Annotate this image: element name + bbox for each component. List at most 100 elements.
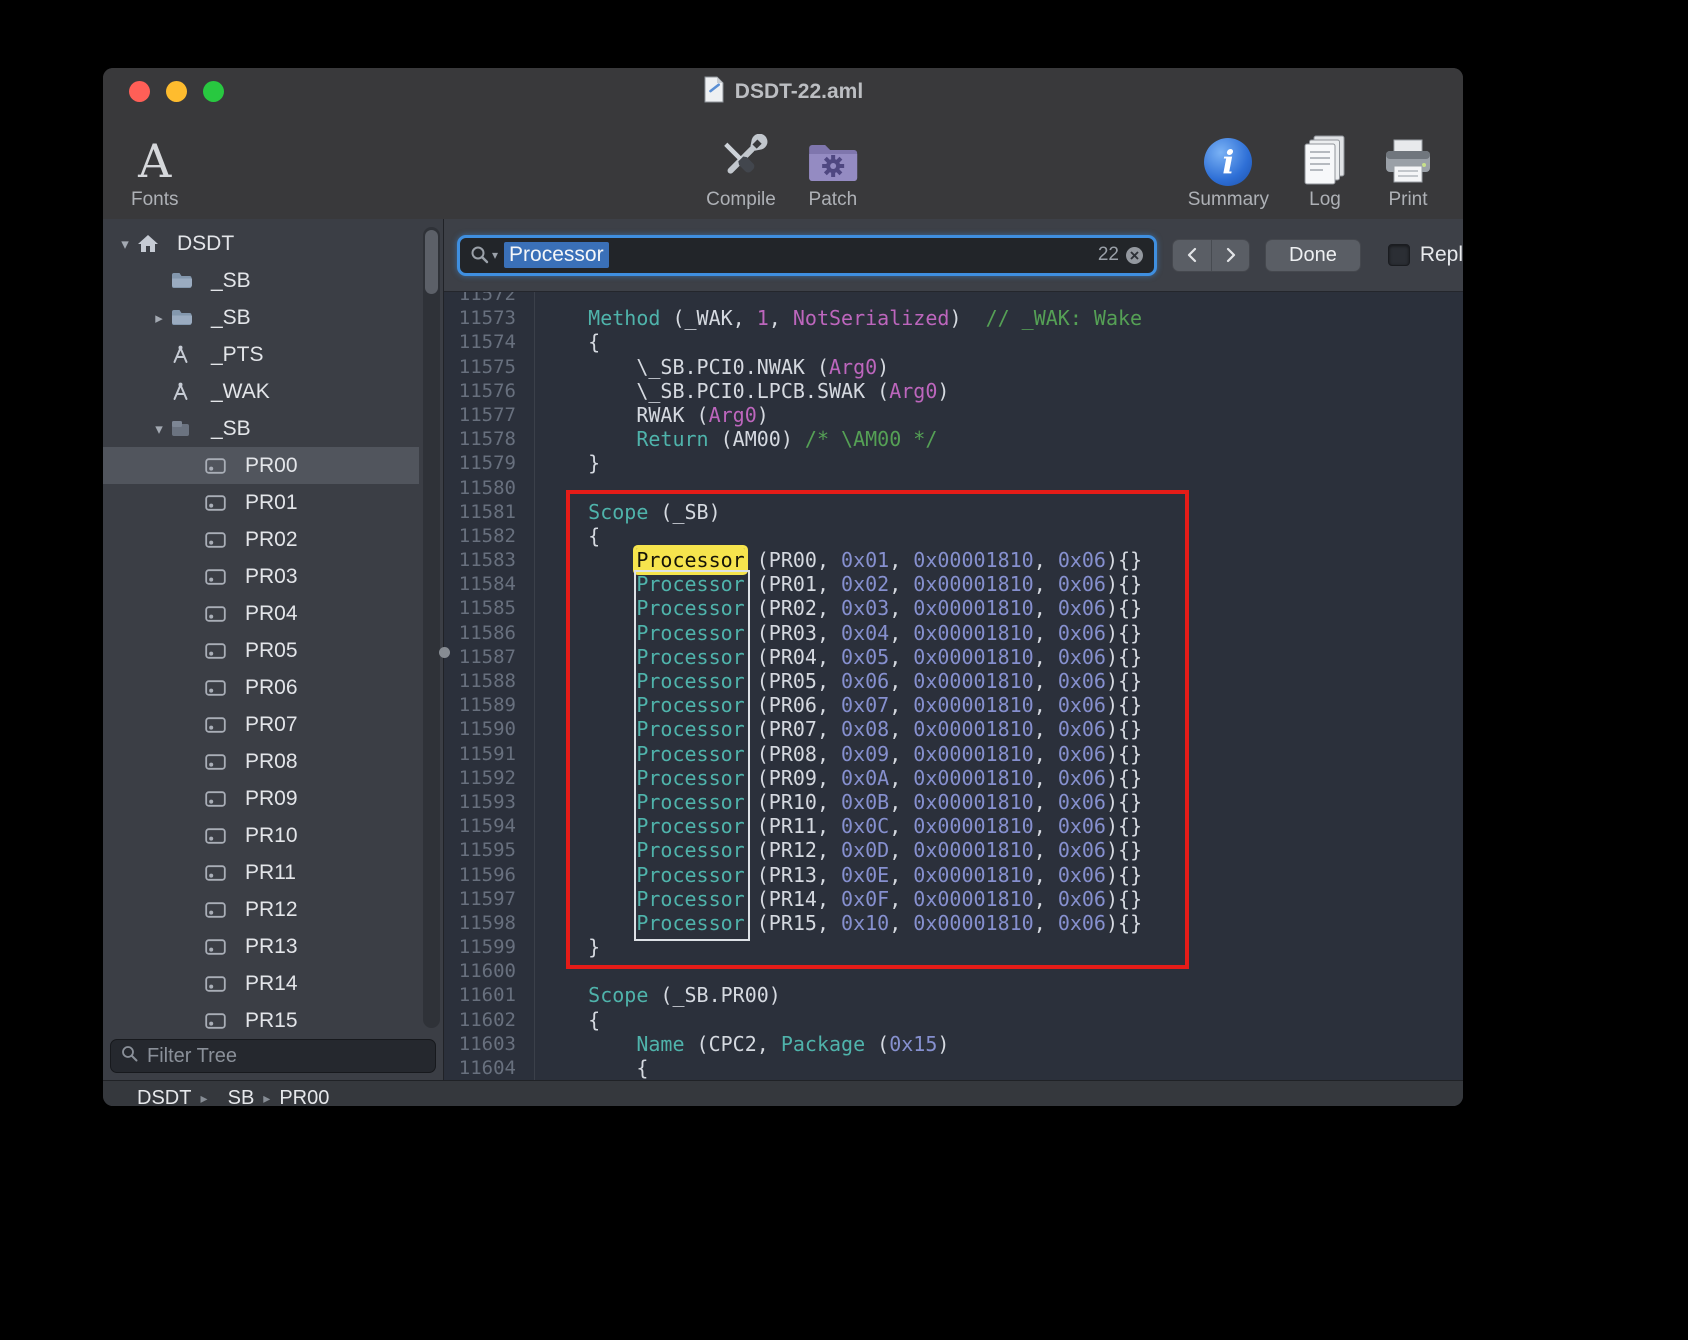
find-query-text: Processor <box>504 242 609 268</box>
replace-checkbox[interactable] <box>1388 244 1410 266</box>
tree-item-pr04-10[interactable]: PR04 <box>103 595 419 632</box>
tree-item-pts-3[interactable]: _PTS <box>103 336 419 373</box>
scope-icon <box>171 420 203 437</box>
line-number: 11581 <box>444 500 535 524</box>
tree-item-pr10-16[interactable]: PR10 <box>103 817 419 854</box>
minimize-window-button[interactable] <box>166 81 187 102</box>
processor-icon <box>205 1013 237 1029</box>
patch-button[interactable]: Patch <box>806 132 860 211</box>
find-input[interactable]: ▾ Processor 22 <box>457 235 1157 276</box>
line-number: 11596 <box>444 863 535 887</box>
chevron-left-icon <box>1186 247 1198 263</box>
filter-search-icon <box>121 1045 138 1067</box>
tree-item-sb-2[interactable]: ▸_SB <box>103 299 419 336</box>
code-line-11599: 11599 } <box>444 935 1463 959</box>
tree-item-pr01-7[interactable]: PR01 <box>103 484 419 521</box>
processor-icon <box>205 865 237 881</box>
print-button[interactable]: Print <box>1381 132 1435 211</box>
code-editor[interactable]: 1157211573 Method (_WAK, 1, NotSerialize… <box>444 292 1463 1080</box>
tree-item-pr02-8[interactable]: PR02 <box>103 521 419 558</box>
code-text: Processor (PR13, 0x0E, 0x00001810, 0x06)… <box>535 863 1142 887</box>
tree-item-label: PR04 <box>245 602 298 626</box>
code-line-11594: 11594 Processor (PR11, 0x0C, 0x00001810,… <box>444 814 1463 838</box>
code-text: Processor (PR07, 0x08, 0x00001810, 0x06)… <box>535 717 1142 741</box>
breadcrumb-separator: ▸ <box>263 1090 270 1107</box>
disclosure-right-icon[interactable]: ▸ <box>147 309 171 327</box>
fonts-button[interactable]: A Fonts <box>131 132 179 211</box>
code-line-11590: 11590 Processor (PR07, 0x08, 0x00001810,… <box>444 717 1463 741</box>
code-text <box>535 292 540 306</box>
replace-toggle[interactable]: Replace <box>1388 243 1463 267</box>
code-line-11591: 11591 Processor (PR08, 0x09, 0x00001810,… <box>444 742 1463 766</box>
tree-item-pr08-14[interactable]: PR08 <box>103 743 419 780</box>
done-button[interactable]: Done <box>1265 239 1361 272</box>
tree-item-pr13-19[interactable]: PR13 <box>103 928 419 965</box>
compile-button[interactable]: Compile <box>706 132 776 211</box>
filter-placeholder-text: Filter Tree <box>147 1045 237 1068</box>
code-line-11584: 11584 Processor (PR01, 0x02, 0x00001810,… <box>444 572 1463 596</box>
summary-button[interactable]: i Summary <box>1188 132 1269 211</box>
code-text: \_SB.PCI0.LPCB.SWAK (Arg0) <box>535 379 949 403</box>
tree-item-pr14-20[interactable]: PR14 <box>103 965 419 1002</box>
breadcrumb-item-sb[interactable]: _SB <box>216 1087 254 1107</box>
find-match: Processor <box>636 790 744 814</box>
find-next-button[interactable] <box>1211 240 1249 271</box>
log-button[interactable]: Log <box>1301 132 1349 211</box>
code-text: Processor (PR10, 0x0B, 0x00001810, 0x06)… <box>535 790 1142 814</box>
tree-item-pr15-21[interactable]: PR15 <box>103 1002 419 1034</box>
line-number: 11574 <box>444 330 535 354</box>
tree-item-pr11-17[interactable]: PR11 <box>103 854 419 891</box>
tree-item-label: PR06 <box>245 676 298 700</box>
line-number: 11582 <box>444 524 535 548</box>
code-line-11572: 11572 <box>444 292 1463 306</box>
line-number: 11576 <box>444 379 535 403</box>
search-options-button[interactable]: ▾ <box>470 245 498 265</box>
find-bar: ▾ Processor 22 <box>444 219 1463 292</box>
processor-icon <box>205 532 237 548</box>
disclosure-down-icon[interactable]: ▾ <box>147 420 171 438</box>
code-line-11602: 11602 { <box>444 1008 1463 1032</box>
tree-item-pr09-15[interactable]: PR09 <box>103 780 419 817</box>
tree-item-sb-5[interactable]: ▾_SB <box>103 410 419 447</box>
code-line-11586: 11586 Processor (PR03, 0x04, 0x00001810,… <box>444 621 1463 645</box>
code-line-11574: 11574 { <box>444 330 1463 354</box>
code-text: Method (_WAK, 1, NotSerialized) // _WAK:… <box>535 306 1142 330</box>
tree-item-pr06-12[interactable]: PR06 <box>103 669 419 706</box>
find-match: Processor <box>636 814 744 838</box>
toolbar-center-group: Compile <box>706 132 860 211</box>
tree-item-pr05-11[interactable]: PR05 <box>103 632 419 669</box>
code-text: RWAK (Arg0) <box>535 403 769 427</box>
tree-item-dsdt-0[interactable]: ▾DSDT <box>103 225 419 262</box>
disclosure-down-icon[interactable]: ▾ <box>113 235 137 253</box>
tree-item-label: PR00 <box>245 454 298 478</box>
line-number: 11584 <box>444 572 535 596</box>
sidebar-scrollbar[interactable] <box>423 227 440 1028</box>
breadcrumb-item-dsdt[interactable]: DSDT <box>137 1087 191 1107</box>
tree-item-pr07-13[interactable]: PR07 <box>103 706 419 743</box>
filter-tree-input[interactable]: Filter Tree <box>110 1039 436 1073</box>
breadcrumb-item-pr00[interactable]: PR00 <box>279 1087 329 1107</box>
tree-item-pr03-9[interactable]: PR03 <box>103 558 419 595</box>
close-window-button[interactable] <box>129 81 150 102</box>
clear-circle-icon <box>1125 246 1144 265</box>
tree-item-pr00-6[interactable]: PR00 <box>103 447 419 484</box>
code-text: Return (AM00) /* \AM00 */ <box>535 427 937 451</box>
clear-search-button[interactable] <box>1125 246 1144 265</box>
line-number: 11595 <box>444 838 535 862</box>
code-line-11595: 11595 Processor (PR12, 0x0D, 0x00001810,… <box>444 838 1463 862</box>
line-number: 11599 <box>444 935 535 959</box>
splitter-handle[interactable] <box>439 647 450 658</box>
tree-item-pr12-18[interactable]: PR12 <box>103 891 419 928</box>
tree-item-sb-1[interactable]: _SB <box>103 262 419 299</box>
code-line-11581: 11581 Scope (_SB) <box>444 500 1463 524</box>
code-line-11598: 11598 Processor (PR15, 0x10, 0x00001810,… <box>444 911 1463 935</box>
find-navigation-segmented-control <box>1172 239 1250 272</box>
zoom-window-button[interactable] <box>203 81 224 102</box>
processor-icon <box>205 828 237 844</box>
scrollbar-thumb[interactable] <box>425 230 438 294</box>
line-number: 11586 <box>444 621 535 645</box>
processor-icon <box>205 976 237 992</box>
find-previous-button[interactable] <box>1173 240 1211 271</box>
tree-item-wak-4[interactable]: _WAK <box>103 373 419 410</box>
line-number: 11585 <box>444 596 535 620</box>
